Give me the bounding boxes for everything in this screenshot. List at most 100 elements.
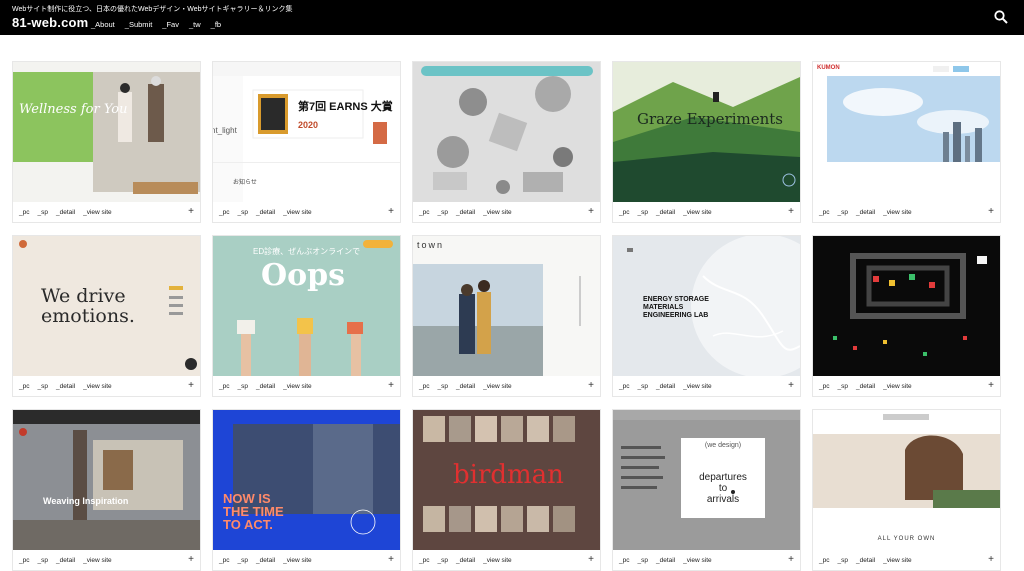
link-pc[interactable]: _pc (419, 383, 429, 390)
link-view-site[interactable]: _view site (83, 383, 112, 390)
thumbnail-energy[interactable]: ENERGY STORAGE MATERIALS ENGINEERING LAB (613, 236, 800, 376)
thumbnail-all-your-own[interactable]: ALL YOUR OWN (813, 410, 1000, 550)
site-logo[interactable]: 81-web.com (12, 15, 88, 30)
link-view-site[interactable]: _view site (83, 209, 112, 216)
link-view-site[interactable]: _view site (483, 557, 512, 564)
search-icon[interactable] (994, 10, 1008, 24)
add-button[interactable]: + (788, 206, 794, 217)
gallery-card-we-drive: We drive emotions. _pc _sp _detail _view… (12, 235, 201, 397)
add-button[interactable]: + (388, 554, 394, 565)
link-detail[interactable]: _detail (256, 209, 275, 216)
add-button[interactable]: + (588, 206, 594, 217)
link-pc[interactable]: _pc (619, 383, 629, 390)
nav-about[interactable]: _About (91, 20, 115, 29)
link-detail[interactable]: _detail (656, 383, 675, 390)
link-view-site[interactable]: _view site (683, 557, 712, 564)
thumbnail-print-award[interactable]: 第7回 EARNS 大賞 2020 nt_light お知らせ (213, 62, 400, 202)
link-sp[interactable]: _sp (37, 557, 47, 564)
link-view-site[interactable]: _view site (683, 209, 712, 216)
link-detail[interactable]: _detail (56, 557, 75, 564)
link-sp[interactable]: _sp (437, 209, 447, 216)
thumbnail-kumon[interactable]: KUMON (813, 62, 1000, 202)
link-pc[interactable]: _pc (419, 209, 429, 216)
link-sp[interactable]: _sp (37, 383, 47, 390)
link-detail[interactable]: _detail (56, 209, 75, 216)
link-pc[interactable]: _pc (19, 383, 29, 390)
thumbnail-now-is-the-time[interactable]: NOW IS THE TIME TO ACT. (213, 410, 400, 550)
link-sp[interactable]: _sp (437, 557, 447, 564)
thumbnail-we-drive[interactable]: We drive emotions. (13, 236, 200, 376)
add-button[interactable]: + (588, 554, 594, 565)
link-detail[interactable]: _detail (456, 383, 475, 390)
link-sp[interactable]: _sp (637, 383, 647, 390)
link-sp[interactable]: _sp (237, 209, 247, 216)
nav-fav[interactable]: _Fav (162, 20, 179, 29)
link-sp[interactable]: _sp (637, 557, 647, 564)
thumbnail-graze[interactable]: Graze Experiments (613, 62, 800, 202)
link-sp[interactable]: _sp (37, 209, 47, 216)
nav-submit[interactable]: _Submit (125, 20, 153, 29)
link-view-site[interactable]: _view site (883, 557, 912, 564)
add-button[interactable]: + (988, 554, 994, 565)
link-pc[interactable]: _pc (419, 557, 429, 564)
link-sp[interactable]: _sp (637, 209, 647, 216)
link-pc[interactable]: _pc (19, 209, 29, 216)
link-view-site[interactable]: _view site (483, 209, 512, 216)
add-button[interactable]: + (788, 380, 794, 391)
add-button[interactable]: + (988, 380, 994, 391)
link-pc[interactable]: _pc (819, 383, 829, 390)
card-headline: ENERGY STORAGE MATERIALS ENGINEERING LAB (643, 296, 709, 320)
link-sp[interactable]: _sp (437, 383, 447, 390)
link-detail[interactable]: _detail (656, 209, 675, 216)
add-button[interactable]: + (188, 206, 194, 217)
nav-fb[interactable]: _fb (211, 20, 221, 29)
thumbnail-wellness[interactable]: Wellness for You (13, 62, 200, 202)
link-detail[interactable]: _detail (256, 557, 275, 564)
link-sp[interactable]: _sp (237, 557, 247, 564)
add-button[interactable]: + (188, 554, 194, 565)
link-sp[interactable]: _sp (837, 557, 847, 564)
thumbnail-birdman[interactable]: birdman (413, 410, 600, 550)
link-pc[interactable]: _pc (619, 557, 629, 564)
link-detail[interactable]: _detail (856, 557, 875, 564)
gallery-card-wellness: Wellness for You _pc _sp _detail _view s… (12, 61, 201, 223)
link-view-site[interactable]: _view site (283, 557, 312, 564)
add-button[interactable]: + (988, 206, 994, 217)
link-pc[interactable]: _pc (219, 557, 229, 564)
link-pc[interactable]: _pc (619, 209, 629, 216)
link-sp[interactable]: _sp (237, 383, 247, 390)
nav-tw[interactable]: _tw (189, 20, 201, 29)
link-pc[interactable]: _pc (819, 557, 829, 564)
link-view-site[interactable]: _view site (883, 209, 912, 216)
thumbnail-town[interactable]: town (413, 236, 600, 376)
thumbnail-3d-shapes[interactable] (413, 62, 600, 202)
link-sp[interactable]: _sp (837, 209, 847, 216)
link-detail[interactable]: _detail (456, 557, 475, 564)
link-detail[interactable]: _detail (456, 209, 475, 216)
thumbnail-oops[interactable]: ED診療、ぜんぶオンラインで Oops (213, 236, 400, 376)
link-detail[interactable]: _detail (856, 383, 875, 390)
add-button[interactable]: + (388, 206, 394, 217)
link-view-site[interactable]: _view site (83, 557, 112, 564)
link-pc[interactable]: _pc (219, 383, 229, 390)
add-button[interactable]: + (188, 380, 194, 391)
link-sp[interactable]: _sp (837, 383, 847, 390)
link-detail[interactable]: _detail (256, 383, 275, 390)
add-button[interactable]: + (388, 380, 394, 391)
link-view-site[interactable]: _view site (283, 383, 312, 390)
add-button[interactable]: + (788, 554, 794, 565)
add-button[interactable]: + (588, 380, 594, 391)
link-detail[interactable]: _detail (656, 557, 675, 564)
thumbnail-pixel[interactable] (813, 236, 1000, 376)
link-pc[interactable]: _pc (819, 209, 829, 216)
link-detail[interactable]: _detail (56, 383, 75, 390)
link-view-site[interactable]: _view site (283, 209, 312, 216)
thumbnail-departures[interactable]: (we design) departures to arrivals (613, 410, 800, 550)
link-view-site[interactable]: _view site (683, 383, 712, 390)
link-detail[interactable]: _detail (856, 209, 875, 216)
link-pc[interactable]: _pc (19, 557, 29, 564)
link-view-site[interactable]: _view site (483, 383, 512, 390)
link-view-site[interactable]: _view site (883, 383, 912, 390)
link-pc[interactable]: _pc (219, 209, 229, 216)
thumbnail-weaving[interactable]: Weaving Inspiration (13, 410, 200, 550)
